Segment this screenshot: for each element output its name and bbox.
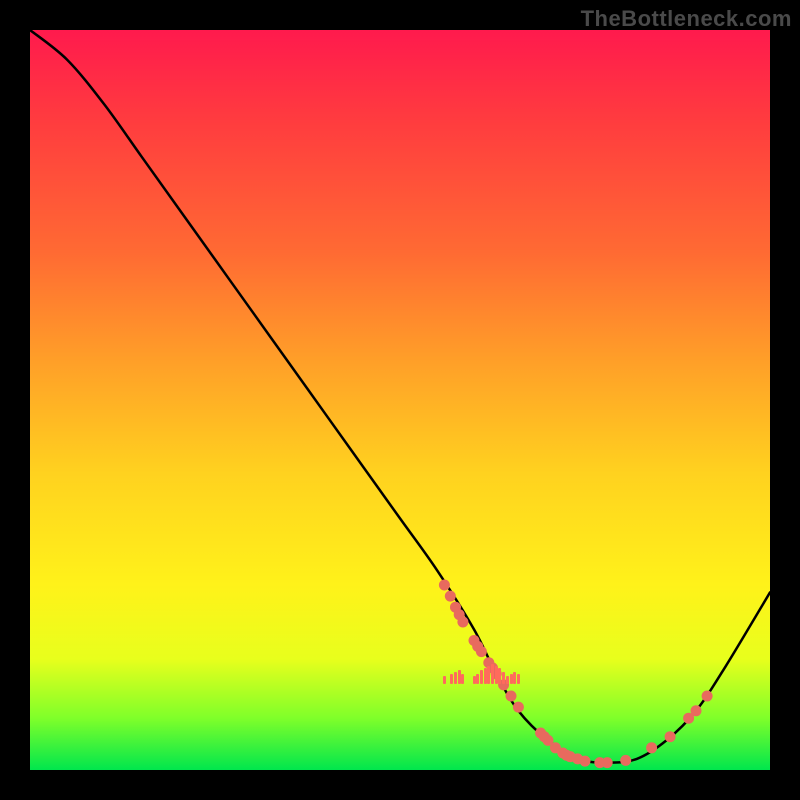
- tick-mark: [461, 674, 464, 684]
- data-point: [602, 757, 613, 768]
- tick-mark: [443, 676, 446, 684]
- tick-mark: [487, 666, 490, 684]
- tick-mark: [502, 672, 505, 684]
- tick-cluster: [30, 658, 770, 684]
- tick-mark: [473, 676, 476, 684]
- data-point: [557, 747, 568, 758]
- tick-mark: [454, 672, 457, 684]
- data-point: [439, 580, 450, 591]
- data-point: [594, 757, 605, 768]
- tick-mark: [506, 676, 509, 684]
- data-point: [457, 617, 468, 628]
- tick-mark: [517, 674, 520, 684]
- data-point: [454, 609, 465, 620]
- data-point: [646, 742, 657, 753]
- data-point: [691, 705, 702, 716]
- data-point: [487, 662, 498, 673]
- data-points: [439, 580, 713, 769]
- tick-mark: [510, 674, 513, 684]
- data-point: [580, 756, 591, 767]
- tick-mark: [484, 668, 487, 684]
- data-point: [550, 742, 561, 753]
- data-point: [665, 731, 676, 742]
- tick-mark: [476, 674, 479, 684]
- data-point: [702, 691, 713, 702]
- data-point: [472, 641, 483, 652]
- data-point: [506, 691, 517, 702]
- data-point: [469, 635, 480, 646]
- data-point: [539, 731, 550, 742]
- data-point: [561, 750, 572, 761]
- data-point: [476, 646, 487, 657]
- data-point: [565, 751, 576, 762]
- data-point: [483, 657, 494, 668]
- data-point: [535, 728, 546, 739]
- data-point: [620, 755, 631, 766]
- tick-mark: [513, 672, 516, 684]
- data-point: [498, 679, 509, 690]
- curve-svg: [30, 30, 770, 770]
- bottleneck-curve: [30, 30, 770, 763]
- plot-area: [30, 30, 770, 770]
- watermark-text: TheBottleneck.com: [581, 6, 792, 32]
- tick-mark: [498, 668, 501, 684]
- data-point: [572, 753, 583, 764]
- data-point: [491, 668, 502, 679]
- tick-mark: [480, 670, 483, 684]
- chart-frame: TheBottleneck.com: [0, 0, 800, 800]
- tick-mark: [458, 670, 461, 684]
- tick-mark: [495, 666, 498, 684]
- data-point: [445, 591, 456, 602]
- data-point: [450, 602, 461, 613]
- data-point: [683, 713, 694, 724]
- data-point: [513, 702, 524, 713]
- tick-mark: [450, 674, 453, 684]
- data-point: [543, 735, 554, 746]
- tick-mark: [491, 664, 494, 684]
